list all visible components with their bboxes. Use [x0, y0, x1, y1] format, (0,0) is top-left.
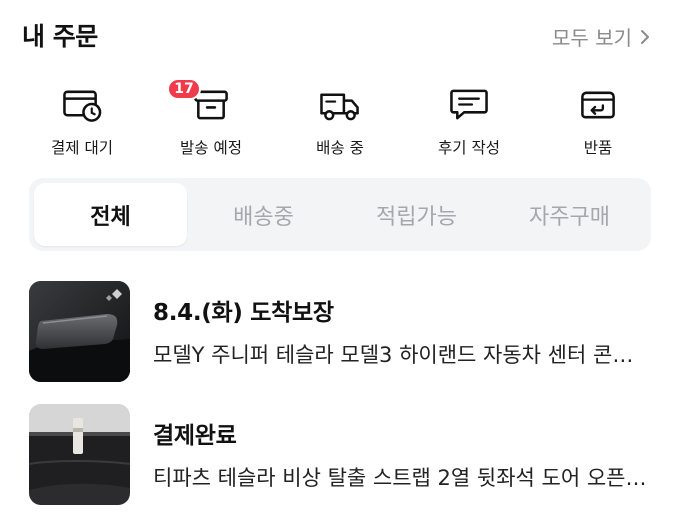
shipping-count-badge: 17 [167, 78, 201, 100]
status-label: 후기 작성 [438, 139, 500, 157]
header: 내 주문 모두 보기 [0, 0, 680, 72]
payment-clock-icon [63, 90, 102, 122]
product-thumbnail [29, 403, 130, 505]
status-label: 반품 [583, 139, 613, 157]
tab-frequent[interactable]: 자주구매 [493, 183, 646, 246]
order-status: 8.4.(화) 도착보장 [153, 300, 334, 326]
tab-in-delivery[interactable]: 배송중 [187, 183, 340, 246]
status-payment-pending[interactable]: 결제 대기 [18, 78, 146, 158]
armrest-image [29, 280, 130, 382]
status-in-delivery[interactable]: 배송 중 [276, 78, 404, 158]
order-item[interactable]: 결제완료 티파츠 테슬라 비상 탈출 스트랩 2열 뒷좌석 도어 오픈 손잡이 [29, 403, 651, 505]
product-name: 티파츠 테슬라 비상 탈출 스트랩 2열 뒷좌석 도어 오픈 손잡이 [153, 466, 649, 490]
order-info: 결제완료 티파츠 테슬라 비상 탈출 스트랩 2열 뒷좌석 도어 오픈 손잡이 [153, 416, 649, 492]
product-name: 모델Y 주니퍼 테슬라 모델3 하이랜드 자동차 센터 콘솔 암레스트 커버 [153, 343, 649, 367]
status-write-review[interactable]: 후기 작성 [405, 78, 533, 158]
my-orders-page: 내 주문 모두 보기 결제 대기 발송 예정 배송 중 후기 작성 반품 17 … [0, 0, 680, 514]
order-info: 8.4.(화) 도착보장 모델Y 주니퍼 테슬라 모델3 하이랜드 자동차 센터… [153, 293, 649, 369]
tab-earnable[interactable]: 적립가능 [340, 183, 493, 246]
tab-all[interactable]: 전체 [34, 183, 187, 246]
order-status: 결제완료 [153, 423, 237, 449]
order-status-row: 결제 대기 발송 예정 배송 중 후기 작성 반품 [18, 78, 662, 158]
chevron-right-icon [641, 29, 649, 44]
strap-image [29, 403, 130, 505]
truck-icon [320, 93, 359, 121]
page-title: 내 주문 [22, 22, 98, 51]
order-filter-tabs: 전체 배송중 적립가능 자주구매 [29, 178, 651, 251]
order-item[interactable]: 8.4.(화) 도착보장 모델Y 주니퍼 테슬라 모델3 하이랜드 자동차 센터… [29, 280, 651, 382]
see-all-link[interactable]: 모두 보기 [552, 22, 650, 51]
status-label: 결제 대기 [51, 139, 113, 157]
product-thumbnail [29, 280, 130, 382]
review-chat-icon [450, 89, 488, 120]
status-label: 발송 예정 [180, 139, 242, 157]
status-label: 배송 중 [316, 139, 364, 157]
return-box-icon [581, 91, 615, 119]
status-return[interactable]: 반품 [534, 78, 662, 158]
see-all-label: 모두 보기 [552, 26, 632, 50]
